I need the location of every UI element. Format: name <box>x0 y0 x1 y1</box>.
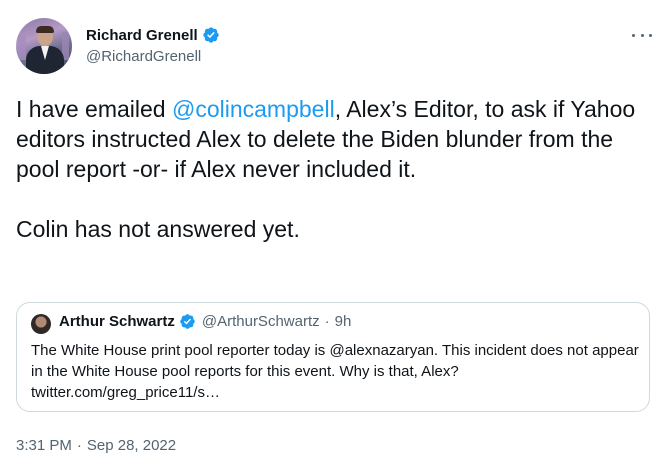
verified-badge-icon <box>203 27 219 43</box>
quoted-timestamp[interactable]: 9h <box>335 313 352 330</box>
footer-separator: · <box>76 437 82 454</box>
author-name-row: Richard Grenell <box>86 26 220 44</box>
quoted-author-handle[interactable]: @ArthurSchwartz <box>202 313 320 330</box>
quoted-header: Arthur Schwartz @ArthurSchwartz · 9h <box>59 313 351 330</box>
quoted-separator: · <box>324 313 330 330</box>
quoted-tweet[interactable]: Arthur Schwartz @ArthurSchwartz · 9h The… <box>16 302 650 412</box>
author-handle[interactable]: @RichardGrenell <box>86 48 201 65</box>
author-avatar[interactable] <box>16 18 72 74</box>
tweet-paragraph-1: I have emailed @colincampbell, Alex’s Ed… <box>16 96 636 182</box>
author-name[interactable]: Richard Grenell <box>86 27 198 44</box>
quoted-author-name[interactable]: Arthur Schwartz <box>59 313 175 330</box>
verified-badge-icon <box>180 314 195 329</box>
quoted-text: The White House print pool reporter toda… <box>31 342 639 401</box>
mention-link[interactable]: @colincampbell <box>172 96 335 122</box>
tweet-text: I have emailed @colincampbell, Alex’s Ed… <box>16 94 652 244</box>
tweet-paragraph-2: Colin has not answered yet. <box>16 216 300 242</box>
tweet-time[interactable]: 3:31 PM <box>16 437 72 454</box>
tweet-date[interactable]: Sep 28, 2022 <box>87 437 176 454</box>
quoted-author-avatar[interactable] <box>31 314 51 334</box>
tweet: Richard Grenell @RichardGrenell I have e… <box>0 0 662 466</box>
tweet-footer: 3:31 PM · Sep 28, 2022 <box>16 437 176 454</box>
more-options-icon[interactable] <box>632 28 652 42</box>
